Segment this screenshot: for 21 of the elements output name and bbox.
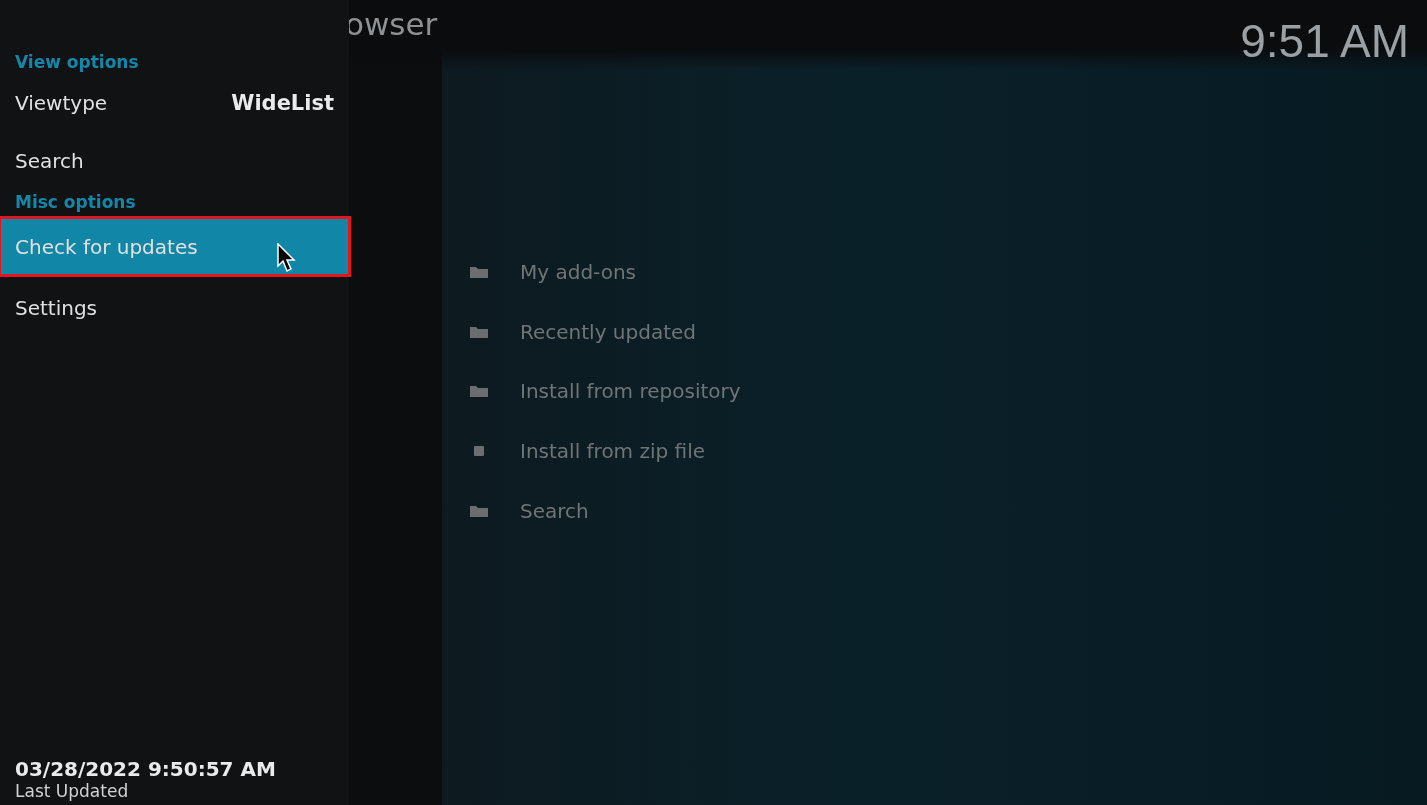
menu-item[interactable]: Search [0,132,349,190]
clock: 9:51 AM [1240,14,1409,68]
caption: Last Updated [15,781,130,801]
list-item[interactable]: Install from zip file [469,421,1427,481]
timestamp: 03/28/2022 9:50:57 AM [15,757,277,781]
file-icon [474,445,484,456]
section-header: Misc options [14,191,137,214]
folder-icon [469,324,489,339]
folder-icon [469,384,489,399]
menu-item[interactable]: Settings [0,279,349,337]
window-title: owser [345,6,438,42]
list-item[interactable]: My add-ons [469,242,1427,302]
menu-item[interactable]: Viewtype WideList [0,74,349,132]
list-item[interactable]: Search [469,480,1427,541]
list-item[interactable]: Recently updated [469,301,1427,362]
list-item[interactable]: Install from repository [469,361,1427,422]
folder-icon [469,264,489,279]
folder-icon [469,503,489,518]
menu-item[interactable]: Check for updates [0,218,349,275]
section-header: View options [14,51,140,74]
mouse-pointer-icon [277,243,297,273]
